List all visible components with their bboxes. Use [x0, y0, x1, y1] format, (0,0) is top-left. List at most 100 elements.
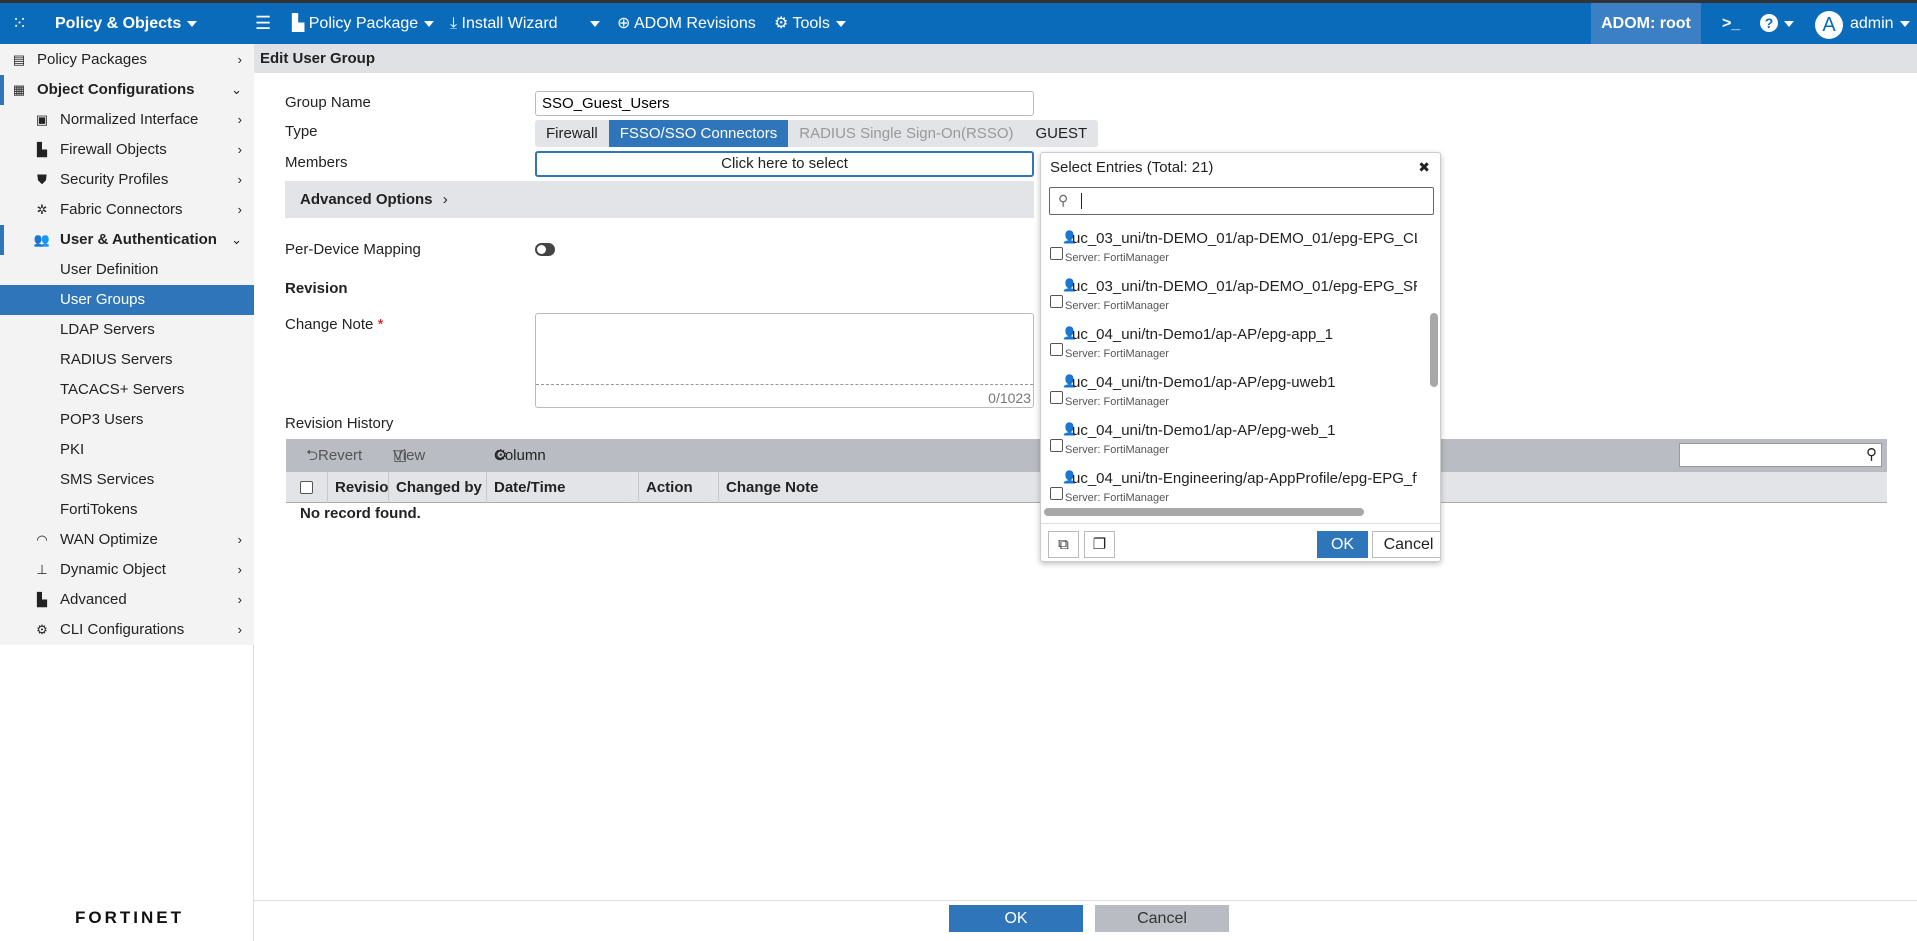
popup-cancel-button[interactable]: Cancel: [1372, 531, 1440, 558]
sidebar-footer: [0, 645, 254, 941]
chevron-right-icon: ›: [442, 191, 448, 208]
chevron-right-icon[interactable]: ›: [238, 555, 242, 585]
list-item[interactable]: 👤 uc_03_uni/tn-DEMO_01/ap-DEMO_01/epg-EPG…: [1041, 230, 1426, 274]
change-note-textarea[interactable]: 0/1023: [535, 313, 1034, 408]
type-fsso[interactable]: FSSO/SSO Connectors: [608, 120, 789, 147]
popup-title: Select Entries (Total: 21): [1050, 159, 1214, 176]
ok-button[interactable]: OK: [949, 905, 1083, 932]
group-name-input[interactable]: [535, 91, 1034, 116]
sidebar-item-radius-servers[interactable]: RADIUS Servers: [0, 345, 254, 375]
col-date-time[interactable]: Date/Time: [487, 472, 639, 503]
help-menu[interactable]: ?: [1760, 3, 1794, 44]
sidebar-item-label: Firewall Objects: [60, 141, 167, 158]
entry-checkbox[interactable]: [1050, 391, 1063, 404]
members-select[interactable]: Click here to select: [535, 151, 1034, 177]
popup-ok-button[interactable]: OK: [1317, 531, 1368, 558]
sidebar-item-firewall-objects[interactable]: ▙ Firewall Objects ›: [0, 135, 254, 165]
sidebar-item-advanced[interactable]: ▙ Advanced ›: [0, 585, 254, 615]
username: admin: [1850, 15, 1894, 32]
sidebar-item-fabric-connectors[interactable]: ✲ Fabric Connectors ›: [0, 195, 254, 225]
list-item[interactable]: 👤 uc_04_uni/tn-Demo1/ap-AP/epg-web_1 Serve…: [1041, 422, 1426, 466]
user-authentication-icon: 👥: [33, 232, 51, 247]
sidebar-item-pop3-users[interactable]: POP3 Users: [0, 405, 254, 435]
entry-checkbox[interactable]: [1050, 439, 1063, 452]
sidebar-item-tacacs-servers[interactable]: TACACS+ Servers: [0, 375, 254, 405]
sidebar-item-label: WAN Optimize: [60, 531, 158, 548]
cli-console-icon[interactable]: >_: [1722, 3, 1740, 44]
sidebar-item-label: LDAP Servers: [60, 321, 155, 338]
entry-checkbox[interactable]: [1050, 487, 1063, 500]
chevron-right-icon[interactable]: ›: [238, 615, 242, 645]
menu-policy-package[interactable]: ▙ Policy Package: [292, 3, 435, 44]
entry-checkbox[interactable]: [1050, 295, 1063, 308]
object-configurations-icon: ▦: [12, 82, 26, 97]
adom-selector[interactable]: ADOM: root: [1591, 3, 1701, 44]
sidebar-item-normalized-interface[interactable]: ▣ Normalized Interface ›: [0, 105, 254, 135]
chevron-right-icon[interactable]: ›: [238, 195, 242, 225]
entry-checkbox[interactable]: [1050, 247, 1063, 260]
chevron-right-icon[interactable]: ›: [238, 585, 242, 615]
sidebar-item-security-profiles[interactable]: ⛊ Security Profiles ›: [0, 165, 254, 195]
chevron-right-icon[interactable]: ›: [238, 45, 242, 75]
col-revision[interactable]: Revision: [328, 472, 389, 503]
col-action[interactable]: Action: [639, 472, 719, 503]
advanced-options-toggle[interactable]: Advanced Options ›: [285, 181, 1034, 218]
chevron-right-icon[interactable]: ›: [238, 165, 242, 195]
sidebar-item-user-authentication[interactable]: 👥 User & Authentication ⌄: [0, 225, 254, 255]
menu-adom-revisions[interactable]: ⊕ ADOM Revisions: [617, 3, 756, 44]
sidebar-item-cli-configurations[interactable]: ⚙ CLI Configurations ›: [0, 615, 254, 645]
advanced-icon: ▙: [37, 592, 47, 607]
chevron-down-icon[interactable]: ⌄: [231, 75, 242, 105]
sidebar-item-wan-optimize[interactable]: ◠ WAN Optimize ›: [0, 525, 254, 555]
deselect-all-icon[interactable]: ❐: [1084, 531, 1115, 558]
chevron-right-icon[interactable]: ›: [238, 105, 242, 135]
gear-icon: ⚙: [774, 15, 793, 32]
wan-optimize-icon: ◠: [36, 532, 48, 547]
sidebar-item-user-groups[interactable]: User Groups: [0, 285, 254, 315]
sidebar-item-ldap-servers[interactable]: LDAP Servers: [0, 315, 254, 345]
chevron-down-icon[interactable]: ⌄: [231, 225, 242, 255]
install-wizard-dropdown[interactable]: [584, 3, 600, 44]
col-changed-by[interactable]: Changed by: [389, 472, 487, 503]
revert-button[interactable]: ⮌ Revert: [306, 439, 362, 472]
chevron-right-icon[interactable]: ›: [238, 525, 242, 555]
type-label: Type: [285, 123, 318, 140]
menu-install-wizard[interactable]: ⤓ Install Wizard: [450, 3, 558, 44]
app-switcher[interactable]: Policy & Objects: [55, 3, 198, 44]
close-icon[interactable]: ✖: [1418, 159, 1430, 176]
type-rsso[interactable]: RADIUS Single Sign-On(RSSO): [788, 120, 1024, 147]
text-cursor: [1081, 193, 1082, 209]
sidebar-item-policy-packages[interactable]: ▤ Policy Packages ›: [0, 45, 254, 75]
select-all-icon[interactable]: ⧉: [1048, 531, 1079, 558]
type-firewall[interactable]: Firewall: [535, 120, 609, 147]
select-all-checkbox[interactable]: [286, 472, 328, 503]
hamburger-icon[interactable]: ☰: [255, 3, 271, 44]
sidebar-item-fortitokens[interactable]: FortiTokens: [0, 495, 254, 525]
list-item[interactable]: 👤 uc_03_uni/tn-DEMO_01/ap-DEMO_01/epg-EPG…: [1041, 278, 1426, 322]
cancel-button[interactable]: Cancel: [1095, 905, 1229, 932]
normalized-interface-icon: ▣: [35, 112, 49, 127]
sidebar-item-sms-services[interactable]: SMS Services: [0, 465, 254, 495]
table-search-input[interactable]: ⚲: [1679, 443, 1882, 467]
sidebar-item-dynamic-object[interactable]: ⊥ Dynamic Object ›: [0, 555, 254, 585]
sidebar-item-label: Security Profiles: [60, 171, 169, 188]
sidebar-item-object-configurations[interactable]: ▦ Object Configurations ⌄: [0, 75, 254, 105]
list-item[interactable]: 👤 uc_04_uni/tn-Demo1/ap-AP/epg-app_1 Serve…: [1041, 326, 1426, 370]
menu-tools[interactable]: ⚙ Tools: [774, 3, 846, 44]
column-settings-button[interactable]: ⚙ Column Settings ⌄: [494, 439, 548, 497]
avatar[interactable]: A: [1815, 11, 1843, 39]
vertical-scrollbar[interactable]: [1430, 313, 1438, 387]
app-grid-icon[interactable]: ⁙: [12, 3, 27, 44]
horizontal-scrollbar[interactable]: [1044, 508, 1364, 516]
char-counter: 0/1023: [988, 390, 1031, 406]
list-item[interactable]: 👤 uc_04_uni/tn-Demo1/ap-AP/epg-uweb1 Serve…: [1041, 374, 1426, 418]
sidebar-item-pki[interactable]: PKI: [0, 435, 254, 465]
per-device-mapping-toggle[interactable]: [535, 243, 555, 256]
type-guest[interactable]: GUEST: [1024, 120, 1098, 147]
user-menu[interactable]: admin: [1850, 3, 1910, 44]
entry-checkbox[interactable]: [1050, 343, 1063, 356]
entry-search-input[interactable]: ⚲: [1049, 187, 1434, 215]
install-icon: ⤓: [450, 15, 462, 32]
sidebar-item-user-definition[interactable]: User Definition: [0, 255, 254, 285]
chevron-right-icon[interactable]: ›: [238, 135, 242, 165]
